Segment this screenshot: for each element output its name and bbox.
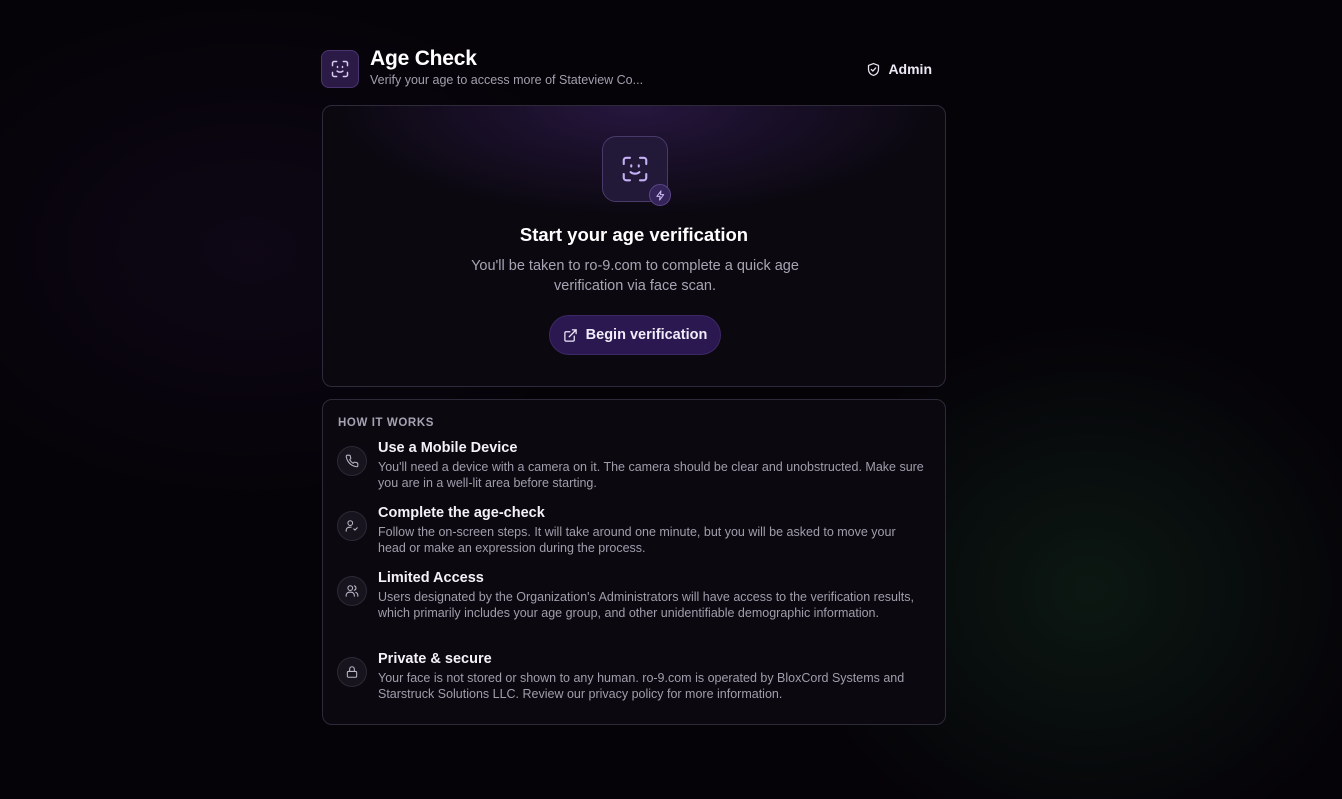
shield-check-icon: [868, 62, 880, 76]
admin-label: Admin: [888, 61, 932, 77]
step-title: Limited Access: [378, 570, 484, 586]
page-header: Age Check Verify your age to access more…: [321, 47, 946, 91]
age-check-app: Age Check Verify your age to access more…: [321, 47, 946, 725]
begin-verification-label: Begin verification: [585, 327, 708, 343]
step-description: Your face is not stored or shown to any …: [378, 671, 905, 701]
admin-button[interactable]: Admin: [866, 59, 932, 79]
step-title: Private & secure: [378, 651, 492, 667]
face-scan-icon: [321, 50, 359, 88]
step-title: Use a Mobile Device: [378, 440, 518, 456]
user-check-icon: [337, 511, 367, 541]
users-icon: [337, 576, 367, 606]
how-it-works-card: HOW IT WORKS Use a Mobile Device You'll …: [322, 399, 946, 725]
external-link-icon: [563, 328, 577, 342]
lock-icon: [337, 657, 367, 687]
verification-title: Start your age verification: [519, 224, 749, 245]
how-it-works-heading: HOW IT WORKS: [338, 417, 434, 429]
verification-card: Start your age verification You'll be ta…: [322, 105, 946, 387]
begin-verification-button[interactable]: Begin verification: [549, 315, 721, 355]
bolt-icon: [649, 184, 671, 206]
step-title: Complete the age-check: [378, 505, 545, 521]
verification-description: You'll be taken to ro-9.com to complete …: [471, 258, 799, 294]
phone-icon: [337, 446, 367, 476]
page-subtitle: Verify your age to access more of Statev…: [370, 73, 644, 87]
step-description: You'll need a device with a camera on it…: [378, 460, 924, 490]
page-title: Age Check: [370, 47, 477, 70]
step-description: Users designated by the Organization's A…: [378, 590, 914, 620]
step-description: Follow the on-screen steps. It will take…: [378, 525, 896, 555]
